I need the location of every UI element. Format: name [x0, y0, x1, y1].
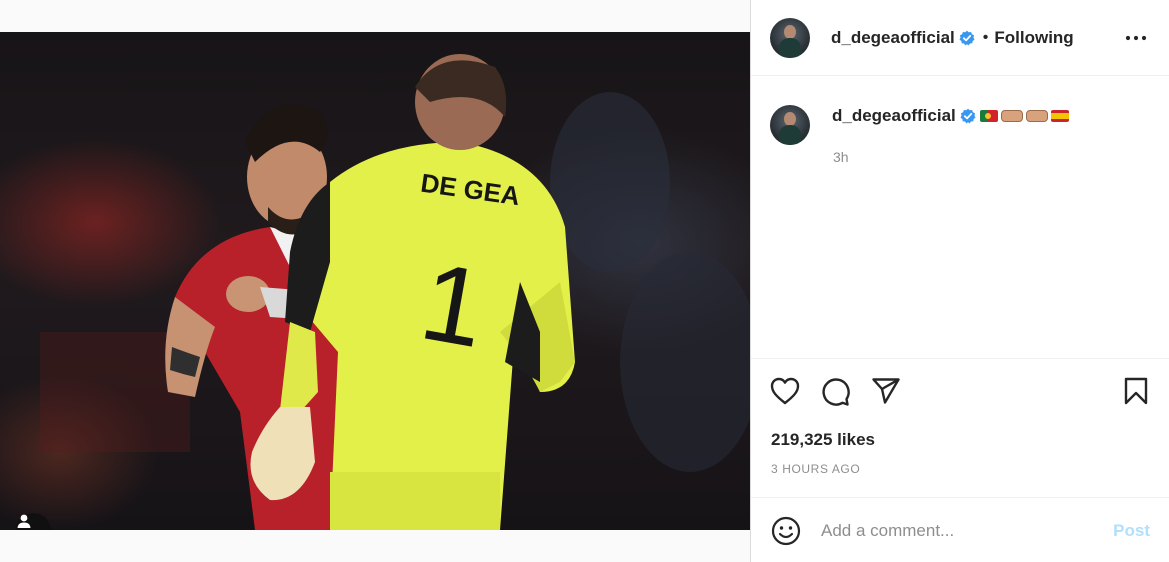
comment-icon	[822, 378, 850, 406]
fist-bump-icon	[1000, 110, 1023, 122]
photo-illustration: DE GEA 1	[40, 54, 750, 530]
heart-icon	[770, 377, 800, 405]
author-username[interactable]: d_degeaofficial	[831, 28, 955, 48]
verified-badge-icon	[960, 108, 976, 124]
bookmark-icon	[1124, 377, 1148, 405]
verified-badge-icon	[959, 30, 975, 45]
user-icon	[17, 514, 31, 528]
comment-input[interactable]	[821, 518, 1091, 544]
post-header: d_degeaofficial • Following	[751, 0, 1169, 76]
media-column: DE GEA 1	[0, 0, 750, 562]
more-options-button[interactable]	[1124, 26, 1148, 50]
separator-dot: •	[982, 28, 989, 46]
post-side-panel: d_degeaofficial • Following d_degeaoffic…	[750, 0, 1169, 562]
posted-time[interactable]: 3 HOURS AGO	[771, 462, 860, 476]
save-button[interactable]	[1123, 377, 1149, 410]
caption-emojis	[979, 110, 1069, 122]
caption-avatar[interactable]	[770, 105, 810, 145]
caption-age[interactable]: 3h	[833, 149, 1069, 165]
like-button[interactable]	[770, 377, 800, 410]
spain-flag-icon	[1050, 110, 1069, 122]
share-button[interactable]	[871, 377, 901, 410]
instagram-post-view: DE GEA 1 d_degeaofficial • Following d_d…	[0, 0, 1169, 562]
smiley-icon	[771, 516, 801, 546]
add-comment-section: Post	[751, 497, 1169, 562]
comment-button[interactable]	[820, 377, 850, 412]
portugal-flag-icon	[979, 110, 998, 122]
more-horizontal-icon	[1125, 35, 1147, 41]
post-photo[interactable]: DE GEA 1	[0, 32, 750, 530]
likes-count[interactable]: 219,325 likes	[771, 430, 875, 450]
caption-username[interactable]: d_degeaofficial	[832, 106, 956, 126]
action-bar	[751, 358, 1169, 406]
fist-bump-icon	[1025, 110, 1048, 122]
paper-plane-icon	[872, 378, 900, 404]
emoji-picker-button[interactable]	[771, 516, 801, 551]
author-avatar[interactable]	[770, 17, 810, 58]
post-comment-button[interactable]: Post	[1113, 521, 1150, 541]
following-button[interactable]: Following	[994, 28, 1073, 48]
